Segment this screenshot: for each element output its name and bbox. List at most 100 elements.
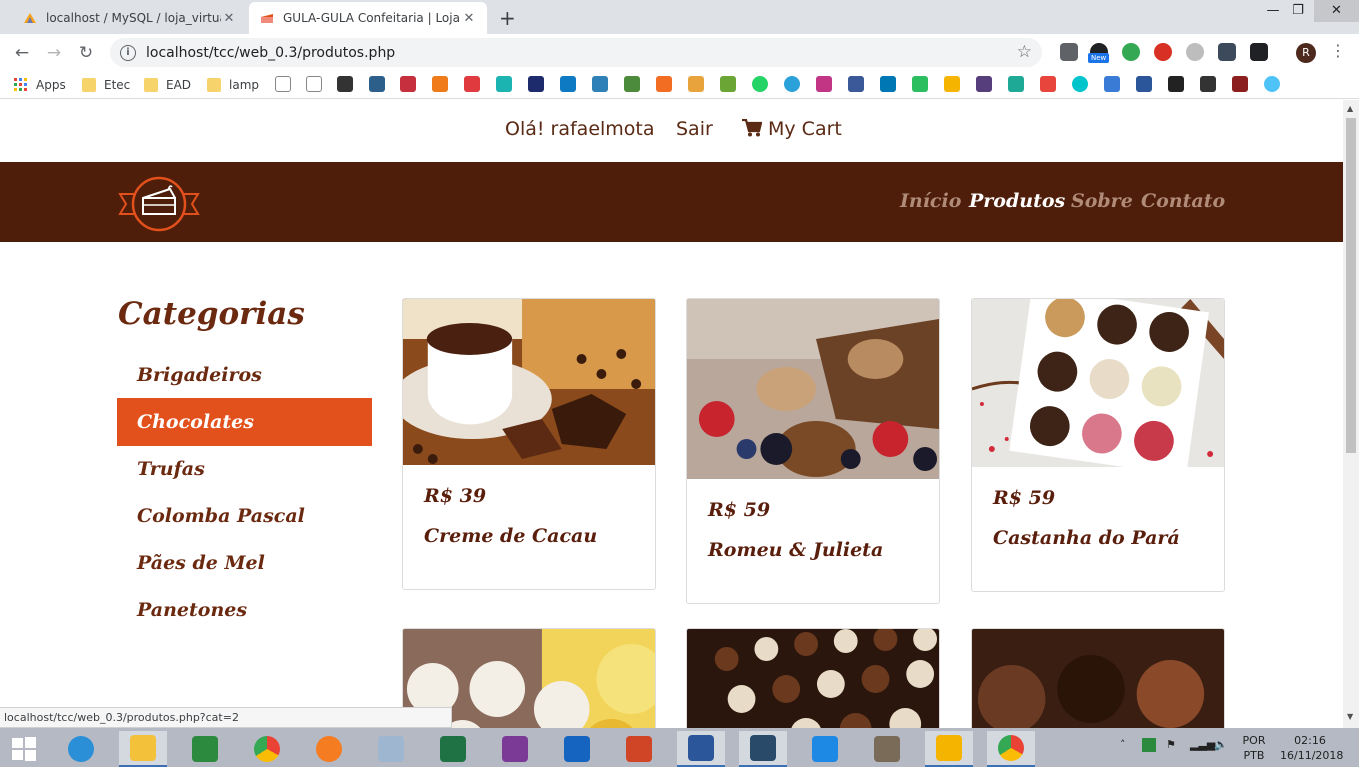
extension-icon[interactable] (1186, 43, 1204, 61)
forward-button[interactable]: → (42, 41, 66, 65)
reload-button[interactable]: ↻ (74, 41, 98, 65)
bookmark-site-icon[interactable] (337, 76, 353, 92)
tab-gula-gula[interactable]: GULA-GULA Confeitaria | Loja vir ✕ (249, 2, 487, 34)
bookmark-site-icon[interactable] (560, 76, 576, 92)
product-card[interactable] (686, 628, 940, 728)
bookmark-site-icon[interactable] (592, 76, 608, 92)
product-card[interactable]: R$ 39 Creme de Cacau (402, 298, 656, 590)
system-clock[interactable]: 02:16 16/11/2018 (1280, 733, 1343, 763)
tray-expand-icon[interactable]: ˄ (1120, 738, 1126, 751)
bookmark-site-icon[interactable] (464, 76, 480, 92)
category-trufas[interactable]: Trufas (117, 445, 372, 493)
taskbar-app[interactable] (925, 731, 973, 767)
tab-close-icon[interactable]: ✕ (461, 11, 477, 26)
bookmark-site-icon[interactable] (369, 76, 385, 92)
page-bookmark-icon[interactable] (275, 76, 291, 92)
page-bookmark-icon[interactable] (306, 76, 322, 92)
tab-phpmyadmin[interactable]: localhost / MySQL / loja_virtual / ✕ (12, 2, 247, 34)
bookmark-site-icon[interactable] (400, 76, 416, 92)
nav-contato[interactable]: Contato (1141, 190, 1225, 212)
page-scrollbar[interactable]: ▲ ▼ (1343, 100, 1359, 728)
bookmark-site-icon[interactable] (1168, 76, 1184, 92)
bookmark-site-icon[interactable] (656, 76, 672, 92)
bookmark-site-icon[interactable] (624, 76, 640, 92)
logout-link[interactable]: Sair (676, 118, 713, 140)
new-tab-button[interactable]: + (499, 6, 516, 30)
product-card[interactable]: R$ 59 Castanha do Pará (971, 298, 1225, 592)
instagram-icon[interactable] (816, 76, 832, 92)
bookmark-site-icon[interactable] (720, 76, 736, 92)
bookmark-lamp[interactable]: lamp (207, 76, 259, 94)
menu-kebab-icon[interactable]: ⋮ (1330, 41, 1346, 60)
nav-inicio[interactable]: Início (900, 190, 961, 212)
bookmark-star-icon[interactable]: ☆ (1017, 42, 1032, 62)
address-bar[interactable]: i localhost/tcc/web_0.3/produtos.php ☆ (110, 38, 1042, 67)
input-language[interactable]: POR PTB (1238, 733, 1270, 763)
category-chocolates[interactable]: Chocolates (117, 398, 372, 446)
bookmark-site-icon[interactable] (1104, 76, 1120, 92)
taskbar-powerpoint[interactable] (615, 731, 663, 767)
bookmark-apps[interactable]: Apps (14, 76, 66, 94)
nav-produtos[interactable]: Produtos (969, 190, 1065, 212)
extension-icon[interactable] (1060, 43, 1078, 61)
bookmark-site-icon[interactable] (432, 76, 448, 92)
extension-icon[interactable] (1122, 43, 1140, 61)
greeting-link[interactable]: Olá! rafaelmota (505, 118, 655, 140)
bookmark-site-icon[interactable] (1232, 76, 1248, 92)
category-brigadeiros[interactable]: Brigadeiros (117, 351, 372, 399)
category-panetones[interactable]: Panetones (117, 586, 372, 634)
scroll-down-icon[interactable]: ▼ (1347, 712, 1353, 721)
volume-icon[interactable]: 🔈 (1214, 738, 1228, 751)
taskbar-word[interactable] (677, 731, 725, 767)
taskbar-outlook[interactable] (553, 731, 601, 767)
bookmark-site-icon[interactable] (1040, 76, 1056, 92)
category-paes-de-mel[interactable]: Pães de Mel (117, 539, 372, 587)
cake-logo-icon[interactable] (118, 176, 200, 232)
whatsapp-icon[interactable] (752, 76, 768, 92)
bookmark-site-icon[interactable] (496, 76, 512, 92)
product-card[interactable]: R$ 59 Romeu & Julieta (686, 298, 940, 604)
telegram-icon[interactable] (784, 76, 800, 92)
start-button[interactable] (0, 731, 48, 767)
word-icon[interactable] (1136, 76, 1152, 92)
taskbar-mysql-workbench[interactable] (739, 731, 787, 767)
bookmark-site-icon[interactable] (944, 76, 960, 92)
canva-icon[interactable] (1072, 76, 1088, 92)
facebook-icon[interactable] (848, 76, 864, 92)
extension-icon[interactable] (1154, 43, 1172, 61)
product-card[interactable] (971, 628, 1225, 728)
bookmark-site-icon[interactable] (528, 76, 544, 92)
taskbar-gimp[interactable] (863, 731, 911, 767)
taskbar-excel[interactable] (429, 731, 477, 767)
taskbar-explorer[interactable] (119, 731, 167, 767)
action-center-flag-icon[interactable]: ⚑ (1166, 738, 1176, 751)
window-close-button[interactable]: ✕ (1314, 0, 1359, 22)
extension-icon[interactable] (1218, 43, 1236, 61)
scroll-up-icon[interactable]: ▲ (1347, 104, 1353, 113)
bookmark-site-icon[interactable] (1264, 76, 1280, 92)
back-button[interactable]: ← (10, 41, 34, 65)
taskbar-store[interactable] (181, 731, 229, 767)
restore-button[interactable]: ❐ (1282, 0, 1314, 22)
site-info-icon[interactable]: i (120, 44, 136, 61)
taskbar-ie[interactable] (57, 731, 105, 767)
network-icon[interactable]: ▂▃▅ (1190, 738, 1215, 751)
tray-app-icon[interactable] (1142, 738, 1156, 752)
extension-icon[interactable] (1250, 43, 1268, 61)
bookmark-site-icon[interactable] (1200, 76, 1216, 92)
bookmark-site-icon[interactable] (1008, 76, 1024, 92)
bookmark-etec[interactable]: Etec (82, 76, 130, 94)
nav-sobre[interactable]: Sobre (1071, 190, 1133, 212)
taskbar-chrome[interactable] (243, 731, 291, 767)
taskbar-resource-monitor[interactable] (367, 731, 415, 767)
scrollbar-thumb[interactable] (1346, 118, 1356, 453)
category-colomba-pascal[interactable]: Colomba Pascal (117, 492, 372, 540)
linkedin-icon[interactable] (880, 76, 896, 92)
taskbar-firefox[interactable] (305, 731, 353, 767)
bootstrap-icon[interactable] (976, 76, 992, 92)
bookmark-ead[interactable]: EAD (144, 76, 191, 94)
taskbar-onenote[interactable] (491, 731, 539, 767)
cart-link[interactable]: My Cart (742, 118, 842, 140)
profile-avatar[interactable]: R (1296, 43, 1316, 63)
evernote-icon[interactable] (912, 76, 928, 92)
